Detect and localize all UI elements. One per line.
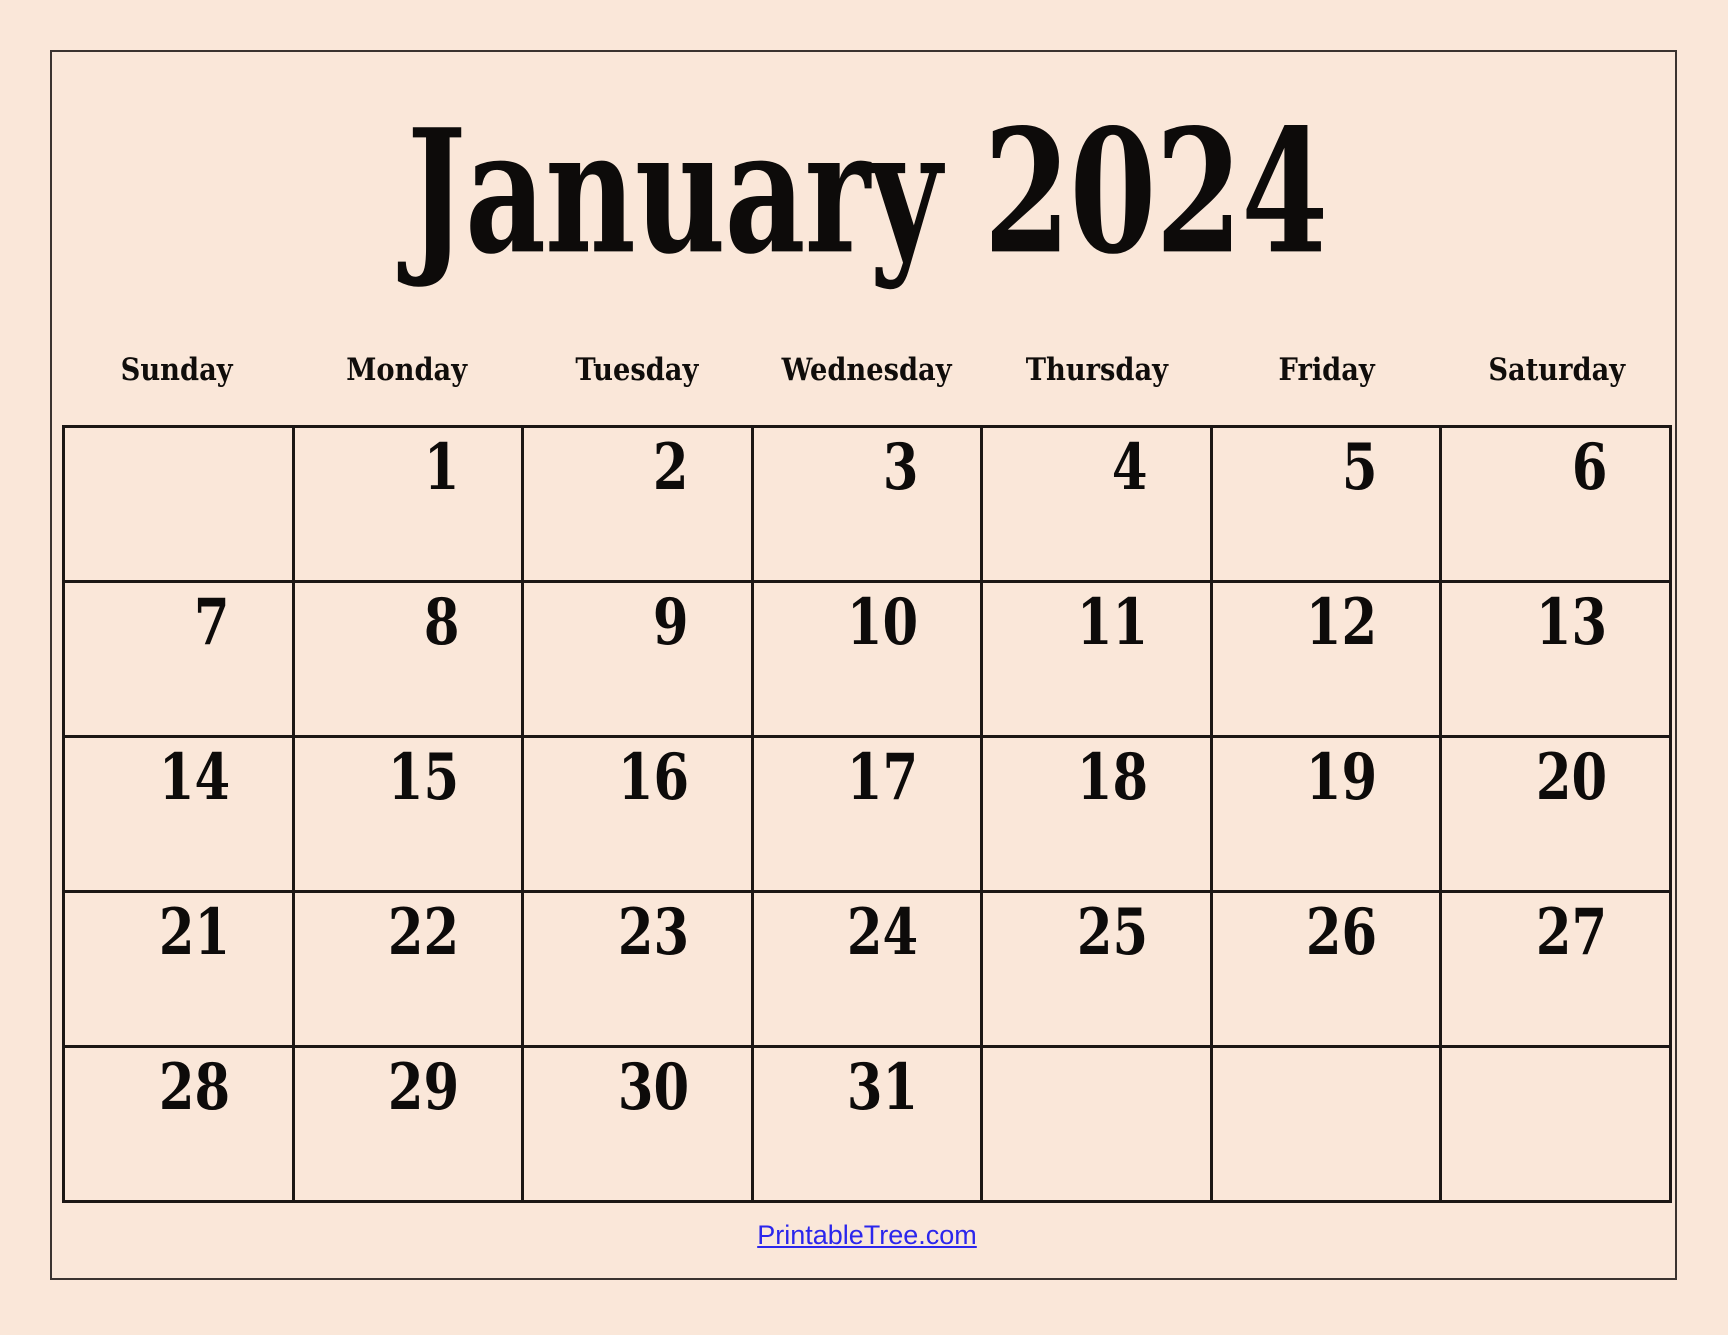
weekday-header-wednesday: Wednesday (752, 338, 982, 388)
day-cell-27[interactable]: 27 (1442, 893, 1673, 1048)
day-cell-empty (1442, 1048, 1673, 1203)
weekday-header-thursday: Thursday (982, 338, 1212, 388)
printabletree-link[interactable]: PrintableTree.com (757, 1220, 977, 1251)
week-row: 1 2 3 4 5 6 (65, 428, 1673, 583)
weekday-header-tuesday: Tuesday (522, 338, 752, 388)
day-cell-24[interactable]: 24 (753, 893, 984, 1048)
day-cell-12[interactable]: 12 (1212, 583, 1443, 738)
day-cell-29[interactable]: 29 (294, 1048, 525, 1203)
day-number: 9 (653, 585, 689, 660)
day-number: 6 (1571, 430, 1608, 505)
day-number: 2 (653, 430, 689, 505)
day-number: 25 (1076, 895, 1148, 970)
week-row: 21 22 23 24 25 26 27 (65, 893, 1673, 1048)
day-number: 10 (847, 585, 919, 660)
day-number: 19 (1306, 740, 1378, 815)
title-block: January 2024 (62, 62, 1672, 322)
day-cell-2[interactable]: 2 (524, 428, 754, 583)
weekday-header-saturday: Saturday (1442, 338, 1672, 388)
day-number: 16 (617, 740, 689, 815)
day-cell-22[interactable]: 22 (294, 893, 525, 1048)
weekday-label: Friday (1278, 352, 1376, 388)
day-cell-11[interactable]: 11 (983, 583, 1213, 738)
day-cell-25[interactable]: 25 (983, 893, 1213, 1048)
day-cell-28[interactable]: 28 (65, 1048, 295, 1203)
day-cell-13[interactable]: 13 (1442, 583, 1673, 738)
day-cell-8[interactable]: 8 (294, 583, 525, 738)
weekday-label: Saturday (1488, 352, 1626, 388)
day-number: 8 (423, 585, 460, 660)
weekday-header-friday: Friday (1212, 338, 1442, 388)
day-cell-19[interactable]: 19 (1212, 738, 1443, 893)
day-cell-31[interactable]: 31 (753, 1048, 984, 1203)
day-number: 3 (882, 430, 919, 505)
day-number: 11 (1076, 585, 1148, 660)
day-number: 14 (158, 740, 230, 815)
weekday-header-sunday: Sunday (62, 338, 292, 388)
weekday-label: Monday (346, 352, 468, 388)
day-cell-26[interactable]: 26 (1212, 893, 1443, 1048)
day-cell-15[interactable]: 15 (294, 738, 525, 893)
week-row: 28 29 30 31 (65, 1048, 1673, 1203)
week-row: 7 8 9 10 11 12 13 (65, 583, 1673, 738)
day-number: 4 (1112, 430, 1148, 505)
week-row: 14 15 16 17 18 19 20 (65, 738, 1673, 893)
day-cell-6[interactable]: 6 (1442, 428, 1673, 583)
day-number: 20 (1535, 740, 1608, 815)
day-cell-17[interactable]: 17 (753, 738, 984, 893)
day-cell-4[interactable]: 4 (983, 428, 1213, 583)
day-cell-5[interactable]: 5 (1212, 428, 1443, 583)
day-number: 1 (423, 430, 460, 505)
day-number: 15 (387, 740, 460, 815)
weekday-label: Wednesday (781, 352, 953, 388)
day-number: 29 (387, 1050, 460, 1125)
day-number: 23 (617, 895, 689, 970)
day-cell-empty (983, 1048, 1213, 1203)
footer: PrintableTree.com (62, 1205, 1672, 1265)
day-number: 7 (193, 585, 230, 660)
day-cell-empty (65, 428, 295, 583)
day-cell-16[interactable]: 16 (524, 738, 754, 893)
page-title: January 2024 (406, 91, 1328, 292)
weekday-label: Thursday (1025, 352, 1169, 388)
day-cell-23[interactable]: 23 (524, 893, 754, 1048)
weekday-header-row: Sunday Monday Tuesday Wednesday Thursday Frid… (62, 338, 1672, 388)
day-number: 27 (1535, 895, 1608, 970)
day-number: 12 (1306, 585, 1378, 660)
day-number: 28 (158, 1050, 230, 1125)
day-number: 18 (1076, 740, 1148, 815)
calendar-page: January 2024 Sunday Monday Tuesday Wednesda… (0, 0, 1728, 1335)
day-cell-21[interactable]: 21 (65, 893, 295, 1048)
day-cell-10[interactable]: 10 (753, 583, 984, 738)
calendar-grid: 1 2 3 4 5 6 7 8 9 10 11 12 13 14 15 16 17 18 19 20 21 22 23 24 2… (62, 425, 1673, 1203)
day-number: 31 (847, 1050, 919, 1125)
weekday-header-monday: Monday (292, 338, 522, 388)
day-cell-14[interactable]: 14 (65, 738, 295, 893)
day-cell-1[interactable]: 1 (294, 428, 525, 583)
day-number: 22 (387, 895, 460, 970)
day-number: 26 (1306, 895, 1378, 970)
day-cell-18[interactable]: 18 (983, 738, 1213, 893)
day-number: 17 (847, 740, 919, 815)
weekday-label: Tuesday (575, 352, 699, 388)
day-cell-30[interactable]: 30 (524, 1048, 754, 1203)
weekday-label: Sunday (121, 352, 233, 388)
day-cell-9[interactable]: 9 (524, 583, 754, 738)
day-number: 5 (1341, 430, 1378, 505)
day-number: 24 (847, 895, 919, 970)
day-cell-20[interactable]: 20 (1442, 738, 1673, 893)
day-cell-empty (1212, 1048, 1443, 1203)
day-cell-3[interactable]: 3 (753, 428, 984, 583)
day-number: 21 (158, 895, 230, 970)
day-number: 13 (1535, 585, 1608, 660)
day-number: 30 (617, 1050, 689, 1125)
day-cell-7[interactable]: 7 (65, 583, 295, 738)
